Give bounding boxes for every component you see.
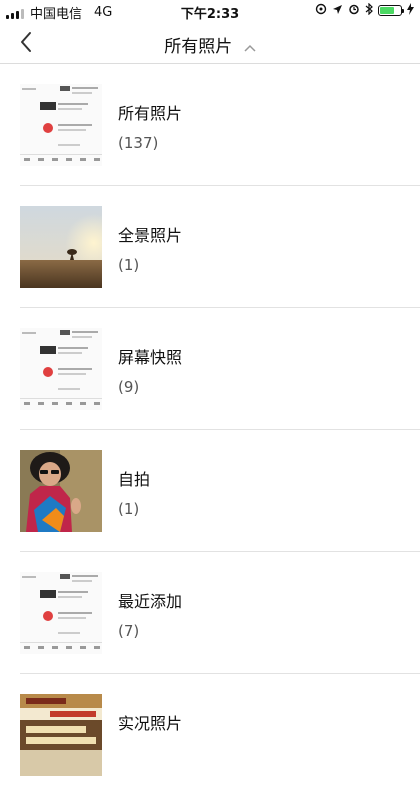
- album-count: (137): [118, 134, 159, 152]
- album-count: (7): [118, 622, 140, 640]
- album-picker-title[interactable]: 所有照片: [0, 32, 420, 57]
- location-icon: [332, 4, 343, 18]
- album-list: 所有照片 (137) 全景照片 (1) 屏幕快照 (9) 自拍 (1) 最近添加…: [0, 64, 420, 796]
- album-thumbnail: [20, 572, 102, 654]
- album-name: 最近添加: [118, 592, 183, 611]
- status-right: [315, 2, 414, 18]
- album-name: 屏幕快照: [118, 348, 183, 367]
- album-row-all-photos[interactable]: 所有照片 (137): [0, 64, 420, 186]
- page-title: 所有照片: [164, 37, 233, 57]
- album-name: 所有照片: [118, 104, 183, 123]
- battery-fill: [380, 7, 394, 14]
- chevron-up-icon: [244, 37, 256, 57]
- album-row-live-photos[interactable]: 实况照片: [0, 674, 420, 796]
- album-row-panorama[interactable]: 全景照片 (1): [0, 186, 420, 308]
- album-name: 实况照片: [118, 714, 183, 733]
- album-thumbnail: [20, 694, 102, 776]
- album-count: (9): [118, 378, 140, 396]
- nav-bar: 所有照片: [0, 22, 420, 64]
- album-row-recently-added[interactable]: 最近添加 (7): [0, 552, 420, 674]
- charging-icon: [407, 3, 414, 18]
- status-bar: 中国电信 4G 下午2:33: [0, 0, 420, 22]
- battery-icon: [378, 5, 404, 16]
- album-name: 自拍: [118, 470, 151, 489]
- album-thumbnail: [20, 84, 102, 166]
- album-count: (1): [118, 256, 140, 274]
- album-row-selfies[interactable]: 自拍 (1): [0, 430, 420, 552]
- album-row-screenshots[interactable]: 屏幕快照 (9): [0, 308, 420, 430]
- bluetooth-icon: [365, 2, 373, 18]
- alarm-icon: [348, 3, 360, 18]
- album-thumbnail: [20, 206, 102, 288]
- album-thumbnail: [20, 328, 102, 410]
- orientation-lock-icon: [315, 3, 327, 18]
- album-name: 全景照片: [118, 226, 183, 245]
- album-thumbnail: [20, 450, 102, 532]
- album-count: (1): [118, 500, 140, 518]
